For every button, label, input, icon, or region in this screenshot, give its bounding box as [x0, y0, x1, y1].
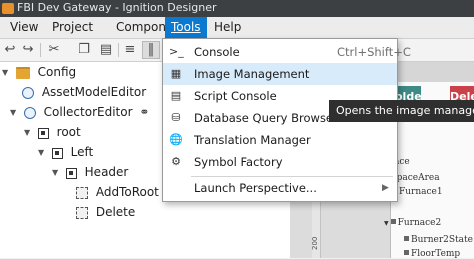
align-icon[interactable]: ≡ — [122, 42, 138, 58]
collapse-arrow-icon[interactable]: ▼ — [52, 163, 62, 183]
menu-bar: View Project Component Tools Help — [0, 17, 474, 39]
tree-row[interactable]: AddToRoot — [76, 182, 159, 202]
menu-item-translation-manager[interactable]: 🌐 Translation Manager — [163, 129, 397, 151]
copy-icon[interactable]: ❐ — [76, 42, 92, 58]
menu-item-label: Translation Manager — [194, 133, 311, 147]
tree-item-label: Left — [70, 145, 94, 159]
tree-row[interactable]: ▼ root — [24, 122, 81, 142]
canvas-tree-row: ▼ Furnace2 — [384, 218, 442, 228]
submenu-arrow-icon: ▶ — [382, 183, 389, 193]
collapse-arrow-icon[interactable]: ▼ — [2, 63, 12, 83]
tree-row[interactable]: ▼ Left — [38, 142, 93, 162]
canvas-tree-row: Furnace1 — [392, 187, 443, 197]
container-icon — [37, 128, 49, 139]
layout-toggle-icon[interactable]: ‖ — [142, 41, 160, 59]
tree-row[interactable]: AssetModelEditor — [22, 82, 146, 102]
tree-item-label: Config — [37, 65, 77, 79]
container-icon — [65, 168, 77, 179]
symbol-icon: ⚙ — [171, 155, 181, 168]
menu-item-label: Image Management — [194, 67, 310, 81]
folder-icon — [15, 67, 30, 79]
tree-item-label: AssetModelEditor — [41, 85, 147, 99]
button-component-icon — [76, 187, 88, 199]
title-bar: FBI Dev Gateway - Ignition Designer — [0, 0, 474, 17]
forward-icon[interactable]: ↪ — [20, 42, 36, 58]
menu-view[interactable]: View — [4, 17, 44, 38]
back-icon[interactable]: ↩ — [2, 42, 18, 58]
globe-icon: 🌐 — [169, 133, 183, 146]
link-icon: ⚭ — [139, 105, 150, 119]
tree-item-label: AddToRoot — [95, 185, 159, 199]
tree-item-label: Delete — [95, 205, 136, 219]
view-icon — [23, 107, 36, 119]
canvas-header — [390, 62, 474, 82]
toolbar-separator — [40, 43, 41, 57]
menu-item-label: Console — [194, 45, 240, 59]
tree-row[interactable]: ▼ Config — [2, 62, 76, 82]
menu-item-console[interactable]: >_ Console Ctrl+Shift+C — [163, 41, 411, 63]
menu-item-label: Symbol Factory — [194, 155, 283, 169]
menu-item-symbol-factory[interactable]: ⚙ Symbol Factory — [163, 151, 397, 173]
tree-row[interactable]: Delete — [76, 202, 135, 222]
canvas-tree-row: Burner2State — [404, 235, 473, 245]
tree-item-label: CollectorEditor — [43, 105, 133, 119]
ruler-tick-label: 200 — [311, 236, 319, 250]
menu-project[interactable]: Project — [46, 17, 99, 38]
tooltip: Opens the image managem — [329, 100, 474, 122]
container-icon — [51, 148, 63, 159]
view-icon — [22, 87, 34, 99]
button-component-icon — [76, 207, 88, 219]
menu-item-image-management[interactable]: ▦ Image Management — [163, 63, 397, 85]
ignition-logo-icon — [2, 3, 14, 14]
collapse-arrow-icon[interactable]: ▼ — [24, 123, 34, 143]
tree-row[interactable]: ▼ CollectorEditor ⚭ — [10, 102, 149, 122]
image-icon: ▦ — [170, 67, 182, 80]
script-icon: ▤ — [170, 89, 182, 102]
collapse-arrow-icon[interactable]: ▼ — [38, 143, 48, 163]
cut-icon[interactable]: ✂ — [46, 42, 62, 58]
tree-item-label: root — [56, 125, 81, 139]
menu-item-label: Database Query Browser — [194, 111, 338, 125]
menu-help[interactable]: Help — [208, 17, 247, 38]
menu-item-shortcut: Ctrl+Shift+C — [337, 45, 411, 59]
menu-item-label: Script Console — [194, 89, 277, 103]
menu-tools[interactable]: Tools — [165, 17, 207, 38]
tree-item-label: Header — [84, 165, 129, 179]
tree-row[interactable]: ▼ Header — [52, 162, 128, 182]
collapse-arrow-icon[interactable]: ▼ — [10, 103, 20, 123]
window-title: FBI Dev Gateway - Ignition Designer — [17, 1, 217, 14]
toolbar-separator — [118, 43, 119, 57]
terminal-icon: >_ — [169, 45, 184, 58]
menu-item-label: Launch Perspective... — [194, 181, 317, 195]
paste-icon[interactable]: ▤ — [98, 42, 114, 58]
menu-item-launch-perspective[interactable]: Launch Perspective... ▶ — [163, 177, 397, 199]
database-icon: ⛁ — [171, 111, 181, 124]
